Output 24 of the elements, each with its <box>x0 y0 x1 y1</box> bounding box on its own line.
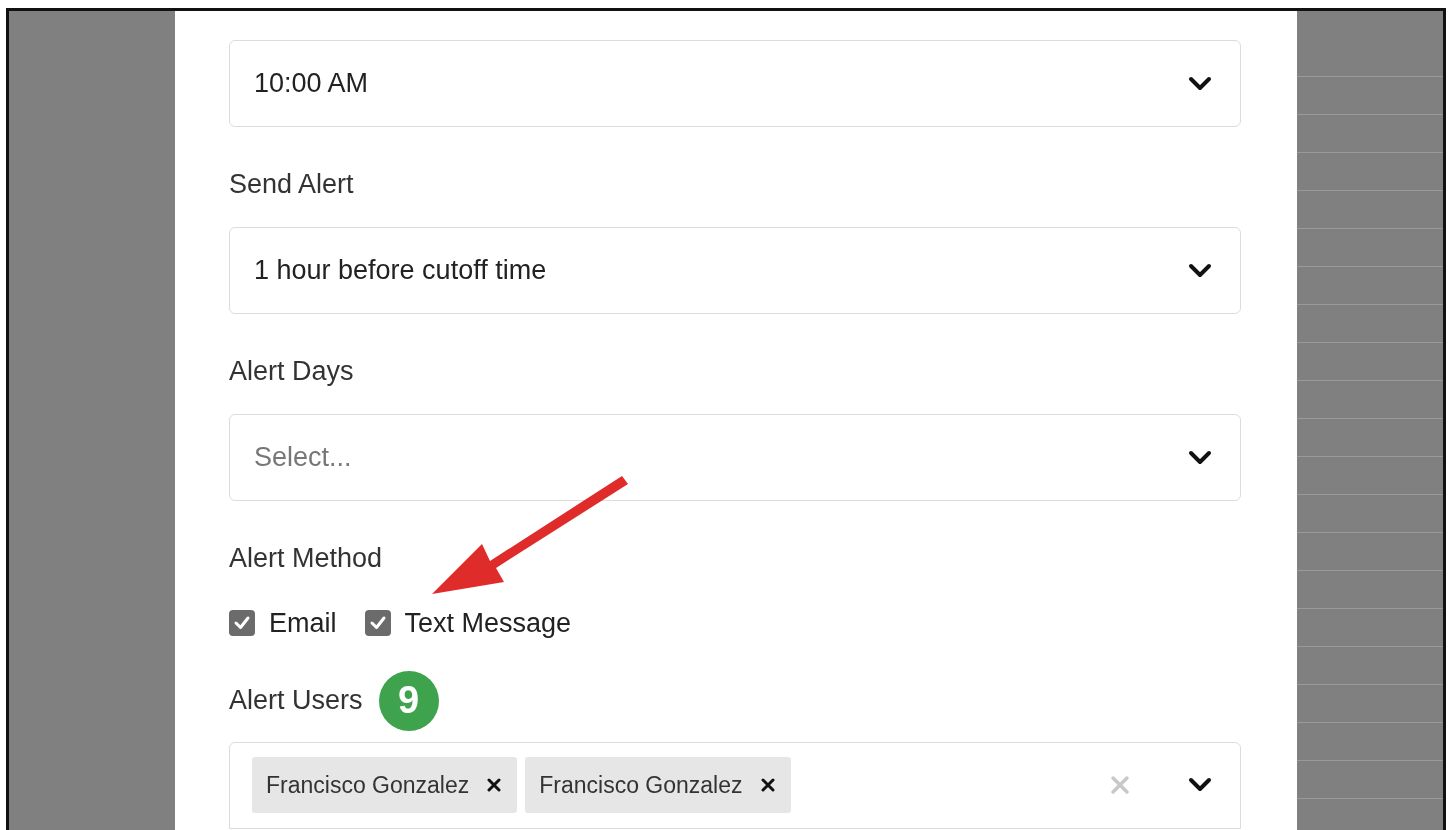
remove-icon[interactable] <box>760 778 775 792</box>
checkbox-label: Email <box>269 607 337 640</box>
select-field[interactable]: Select... <box>229 414 1241 501</box>
field-label: Send Alert <box>229 170 354 198</box>
field-label: Alert Users <box>229 687 363 714</box>
remove-icon[interactable] <box>487 778 502 792</box>
checkbox[interactable] <box>229 610 255 637</box>
chevron-down-icon <box>1188 262 1212 279</box>
select-value: 1 hour before cutoff time <box>254 254 547 288</box>
field-label: Alert Days <box>229 357 354 385</box>
select-field[interactable]: 10:00 AM <box>229 40 1241 127</box>
chevron-down-icon <box>1188 449 1212 466</box>
checkbox[interactable] <box>364 610 391 637</box>
step-badge: 9 <box>378 670 439 731</box>
tag-label: Francisco Gonzalez <box>266 770 470 800</box>
select-value: 10:00 AM <box>254 67 369 101</box>
select-field[interactable]: 1 hour before cutoff time <box>229 227 1241 314</box>
multi-select-field[interactable]: Francisco Gonzalez Francisco Gonzalez <box>229 741 1241 829</box>
chevron-down-icon <box>1188 777 1212 793</box>
field-label: Alert Method <box>229 544 383 572</box>
select-placeholder: Select... <box>254 441 352 475</box>
checkbox-label: Text Message <box>404 607 572 640</box>
tag-label: Francisco Gonzalez <box>539 770 743 800</box>
chevron-down-icon <box>1188 75 1212 92</box>
